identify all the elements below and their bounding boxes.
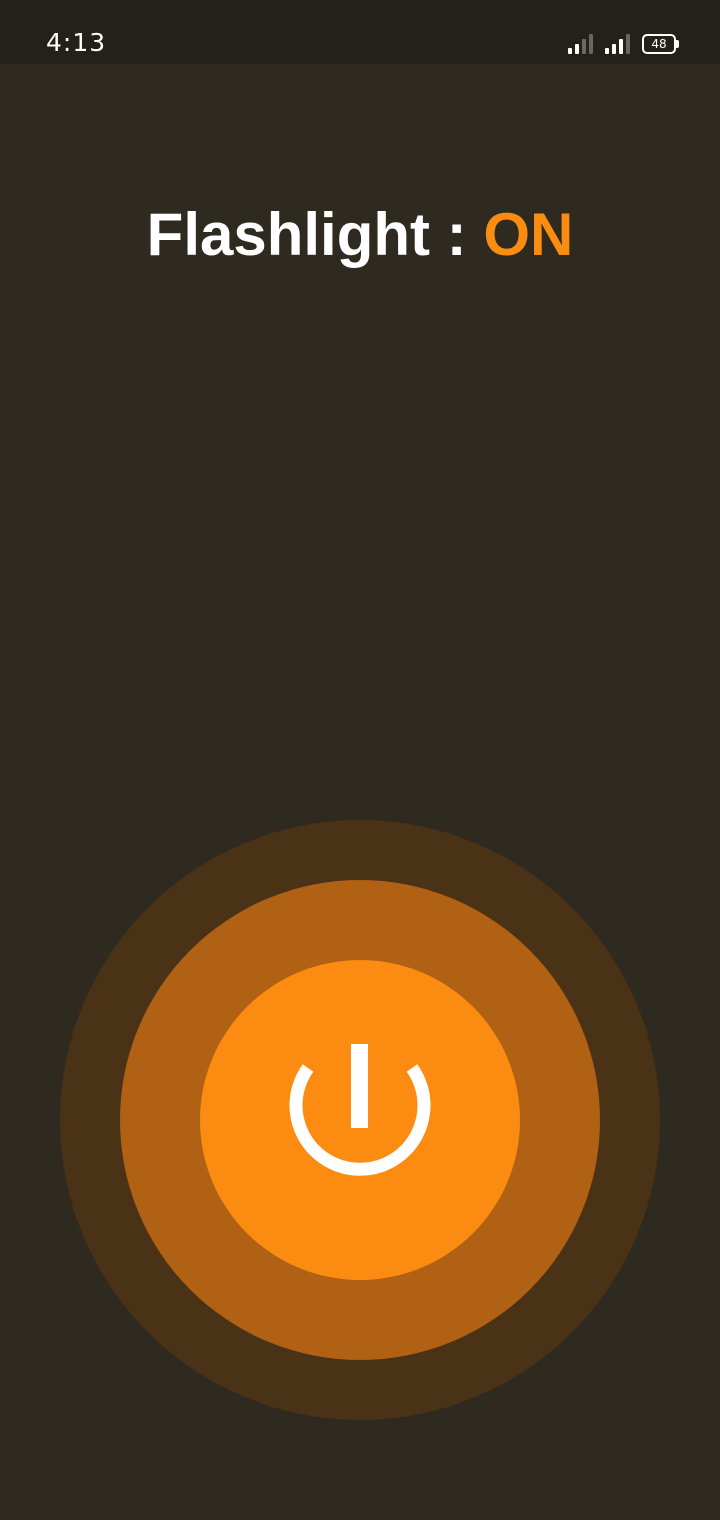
signal-icon [568, 32, 593, 54]
signal-icon [605, 32, 630, 54]
flashlight-status-title: Flashlight : ON [0, 200, 720, 269]
status-bar: 4:13 48 [0, 0, 720, 64]
power-icon [289, 1044, 431, 1176]
battery-icon: 48 [642, 34, 679, 54]
flashlight-screen: 4:13 48 Flashlight : ON [0, 0, 720, 1520]
battery-level: 48 [651, 37, 667, 51]
power-toggle-button[interactable] [200, 960, 520, 1280]
flashlight-label: Flashlight : [146, 201, 484, 268]
status-time: 4:13 [46, 28, 107, 57]
flashlight-state: ON [483, 201, 574, 268]
status-icons: 48 [568, 32, 679, 54]
